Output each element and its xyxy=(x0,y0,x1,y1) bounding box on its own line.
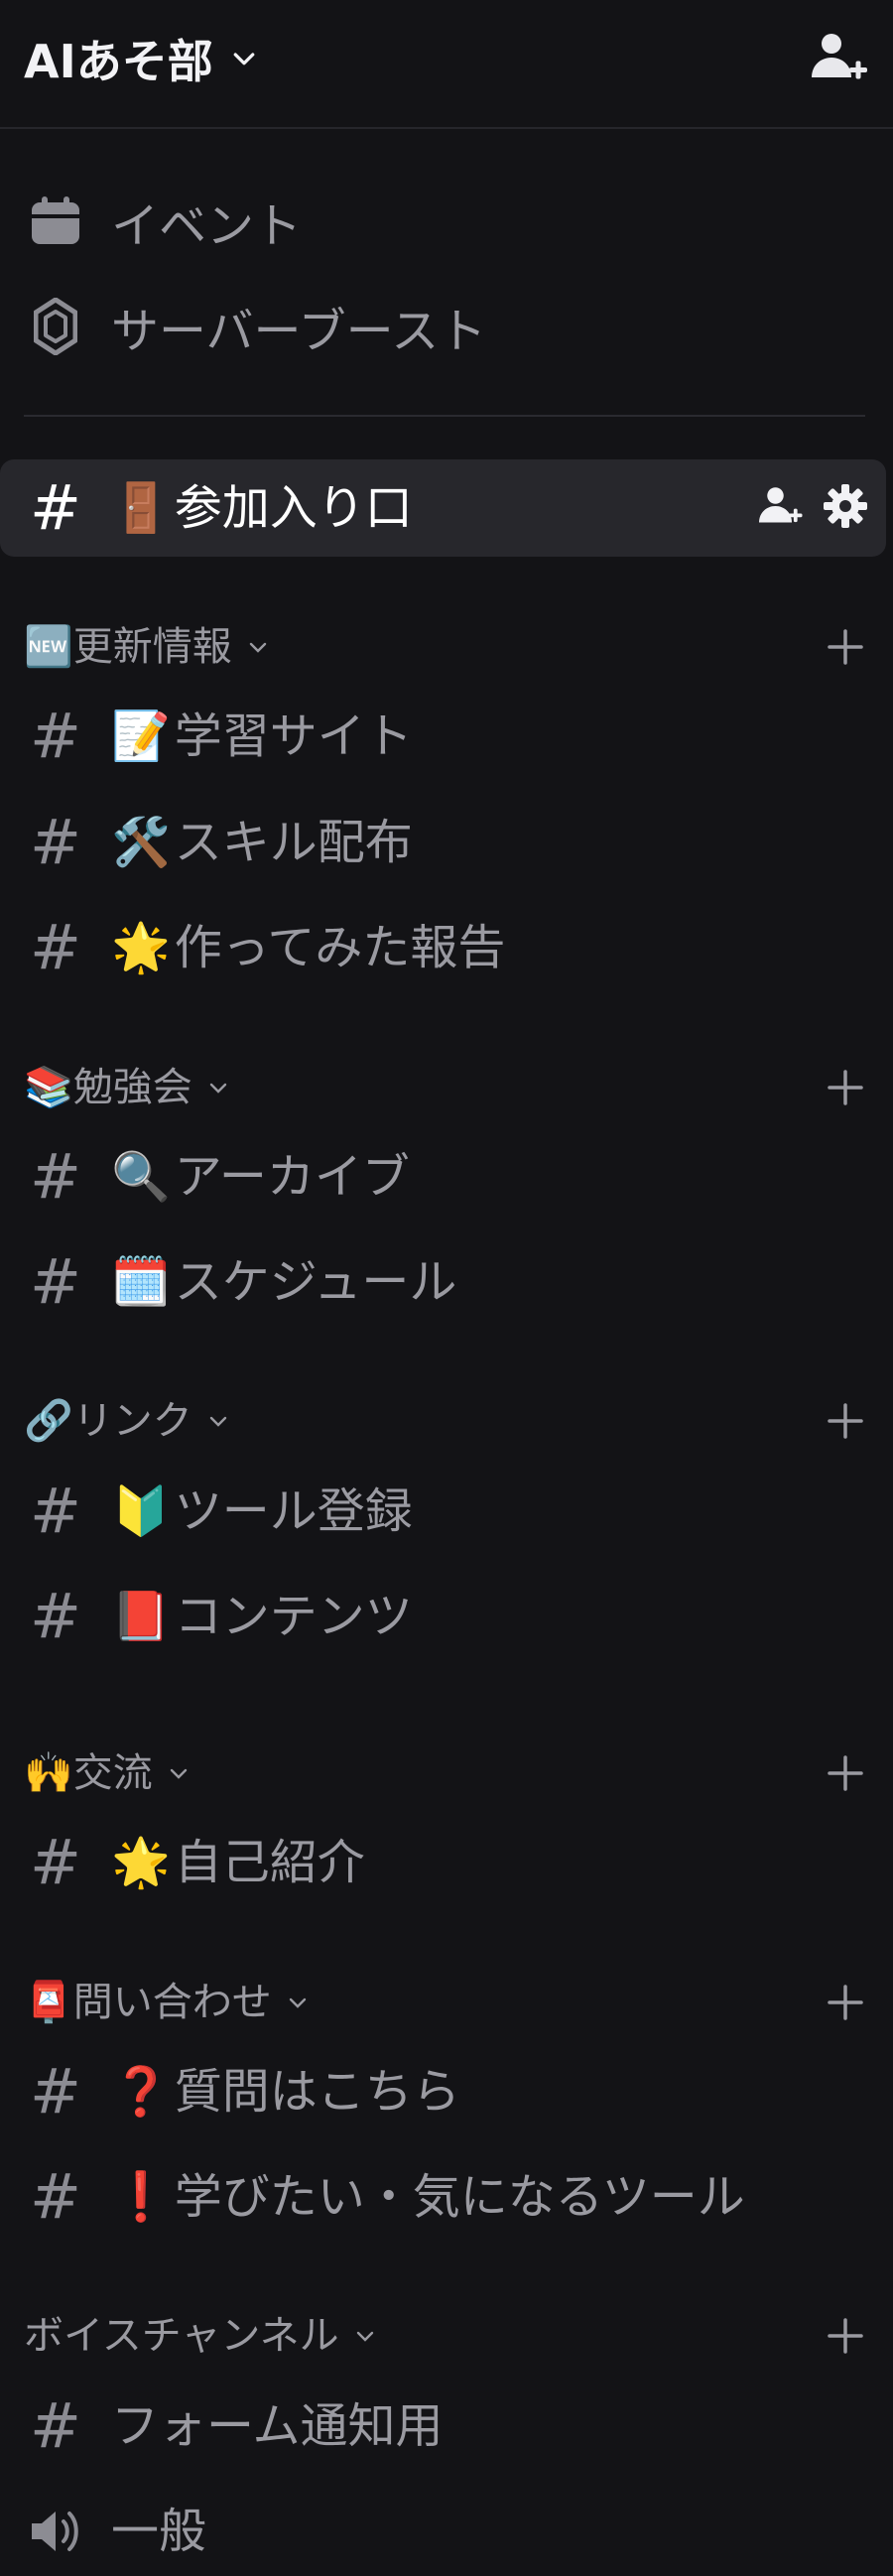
chevron-down-icon xyxy=(167,1761,191,1785)
server-name: AIあそ部 xyxy=(24,35,213,88)
selected-channel-actions xyxy=(756,459,869,557)
chevron-down-icon xyxy=(206,1076,230,1099)
channel-made-it-report[interactable]: # 🌟作ってみた報告 xyxy=(0,903,893,992)
channel-self-introduction[interactable]: # 🌟自己紹介 xyxy=(0,1818,893,1907)
invite-member-icon[interactable] xyxy=(806,28,869,91)
channel-contents[interactable]: # 📕コンテンツ xyxy=(0,1572,893,1661)
hash-icon: # xyxy=(30,2160,81,2233)
divider xyxy=(24,415,865,417)
hash-icon: # xyxy=(30,911,81,983)
hash-icon: # xyxy=(30,1475,81,1547)
channel-name: アーカイブ xyxy=(174,1149,410,1205)
chevron-down-icon xyxy=(229,32,259,85)
category-label: ボイスチャンネル xyxy=(24,2313,339,2359)
channel-emoji: 🔍 xyxy=(111,1149,171,1205)
calendar-icon xyxy=(26,192,85,251)
channel-emoji: 📝 xyxy=(111,708,171,764)
events-label: イベント xyxy=(111,198,303,254)
channel-name: 自己紹介 xyxy=(174,1835,365,1890)
server-header: AIあそ部 xyxy=(0,0,893,129)
chevron-down-icon xyxy=(206,1409,230,1433)
voice-channel-general[interactable]: 一般 xyxy=(0,2487,893,2576)
channel-name: コンテンツ xyxy=(174,1589,413,1644)
channel-schedule[interactable]: # 🗓️スケジュール xyxy=(0,1237,893,1327)
add-channel-plus-icon[interactable] xyxy=(824,1066,867,1109)
hash-icon: # xyxy=(30,2055,81,2127)
chevron-down-icon xyxy=(246,635,270,659)
channel-wanted-tools[interactable]: # ❗学びたい・気になるツール xyxy=(0,2152,893,2242)
boost-icon xyxy=(26,297,85,356)
category-exchange[interactable]: 🙌交流 xyxy=(0,1743,893,1803)
channel-emoji: ❗ xyxy=(111,2169,171,2225)
hash-icon: # xyxy=(30,1580,81,1652)
hash-icon: # xyxy=(30,1826,81,1898)
channel-settings-gear-icon[interactable] xyxy=(822,482,869,534)
channel-name: スケジュール xyxy=(174,1254,457,1310)
channel-tool-registration[interactable]: # 🔰ツール登録 xyxy=(0,1467,893,1556)
channel-learning-site[interactable]: # 📝学習サイト xyxy=(0,692,893,781)
channel-emoji: 🌟 xyxy=(111,920,171,975)
channel-emoji: 🔰 xyxy=(111,1483,171,1539)
add-channel-plus-icon[interactable] xyxy=(824,625,867,669)
category-label: 🙌交流 xyxy=(24,1750,153,1796)
channel-emoji: 🚪 xyxy=(111,480,171,536)
chevron-down-icon xyxy=(286,1991,310,2014)
server-name-button[interactable]: AIあそ部 xyxy=(24,26,259,91)
channel-emoji: 🛠️ xyxy=(111,815,171,870)
category-updates[interactable]: 🆕更新情報 xyxy=(0,617,893,677)
channel-emoji: 🗓️ xyxy=(111,1254,171,1310)
speaker-icon xyxy=(26,2487,85,2576)
category-study-group[interactable]: 📚勉強会 xyxy=(0,1058,893,1117)
category-label: 📮問い合わせ xyxy=(24,1980,272,2025)
channel-name: 学習サイト xyxy=(174,708,413,764)
channel-archive[interactable]: # 🔍アーカイブ xyxy=(0,1132,893,1222)
chevron-down-icon xyxy=(353,2324,377,2348)
channel-questions[interactable]: # ❓質問はこちら xyxy=(0,2047,893,2136)
hash-icon: # xyxy=(30,806,81,878)
channel-emoji: 🌟 xyxy=(111,1835,171,1890)
channel-name: 一般 xyxy=(111,2504,207,2559)
category-label: 🆕更新情報 xyxy=(24,624,232,670)
channel-emoji: ❓ xyxy=(111,2064,171,2120)
category-inquiries[interactable]: 📮問い合わせ xyxy=(0,1973,893,2032)
category-label: 📚勉強会 xyxy=(24,1065,192,1110)
channel-name: 質問はこちら xyxy=(174,2064,460,2120)
hash-icon: # xyxy=(30,471,81,544)
hash-icon: # xyxy=(30,2389,81,2462)
channel-name: 学びたい・気になるツール xyxy=(174,2169,745,2225)
category-voice-channels[interactable]: ボイスチャンネル xyxy=(0,2306,893,2366)
events-row[interactable]: イベント xyxy=(0,177,893,266)
add-channel-plus-icon[interactable] xyxy=(824,2314,867,2358)
add-channel-plus-icon[interactable] xyxy=(824,1981,867,2024)
channel-name: スキル配布 xyxy=(174,815,413,870)
hash-icon: # xyxy=(30,1245,81,1318)
add-channel-plus-icon[interactable] xyxy=(824,1399,867,1443)
channel-name: 作ってみた報告 xyxy=(174,920,506,975)
hash-icon: # xyxy=(30,1140,81,1213)
channel-form-notifications[interactable]: # フォーム通知用 xyxy=(0,2382,893,2471)
add-channel-plus-icon[interactable] xyxy=(824,1751,867,1795)
channel-name: ツール登録 xyxy=(174,1483,413,1539)
channel-emoji: 📕 xyxy=(111,1589,171,1644)
channel-skill-distribution[interactable]: # 🛠️スキル配布 xyxy=(0,798,893,887)
channel-name: フォーム通知用 xyxy=(111,2398,444,2454)
category-links[interactable]: 🔗リンク xyxy=(0,1391,893,1451)
channel-invite-icon[interactable] xyxy=(756,482,804,534)
category-label: 🔗リンク xyxy=(24,1398,192,1444)
hash-icon: # xyxy=(30,700,81,772)
channel-name: 参加入り口 xyxy=(174,480,413,536)
server-boost-label: サーバーブースト xyxy=(111,304,487,359)
server-boost-row[interactable]: サーバーブースト xyxy=(0,282,893,371)
